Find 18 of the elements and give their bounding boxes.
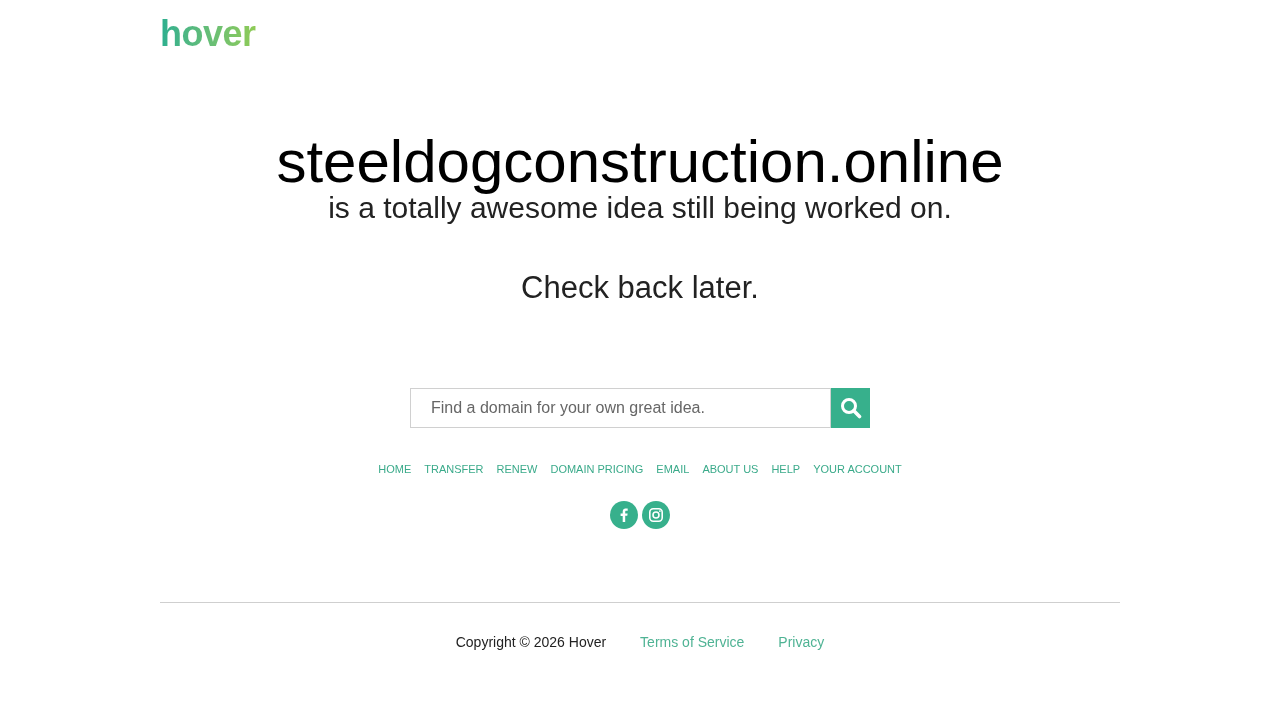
nav-link[interactable]: TRANSFER (424, 462, 484, 476)
domain-search-field[interactable]: Find a domain for your own great idea. (410, 388, 831, 428)
nav-link[interactable]: RENEW (496, 462, 538, 476)
search-button[interactable] (831, 388, 870, 428)
footer-link[interactable]: Privacy (778, 632, 825, 652)
nav-link[interactable]: YOUR ACCOUNT (813, 462, 902, 476)
search-icon (839, 397, 862, 419)
facebook-icon[interactable] (610, 501, 638, 529)
nav-link[interactable]: HELP (771, 462, 801, 476)
nav-link[interactable]: EMAIL (656, 462, 690, 476)
nav-link[interactable]: DOMAIN PRICING (550, 462, 644, 476)
domain-title: steeldogconstruction.online (276, 130, 1004, 194)
check-back-text: Check back later. (521, 270, 759, 306)
instagram-icon[interactable] (642, 501, 670, 529)
nav-link[interactable]: ABOUT US (702, 462, 759, 476)
copyright-text: Copyright © 2026 Hover (455, 633, 607, 652)
footer-link[interactable]: Terms of Service (640, 632, 745, 652)
nav-link[interactable]: HOME (378, 462, 412, 476)
